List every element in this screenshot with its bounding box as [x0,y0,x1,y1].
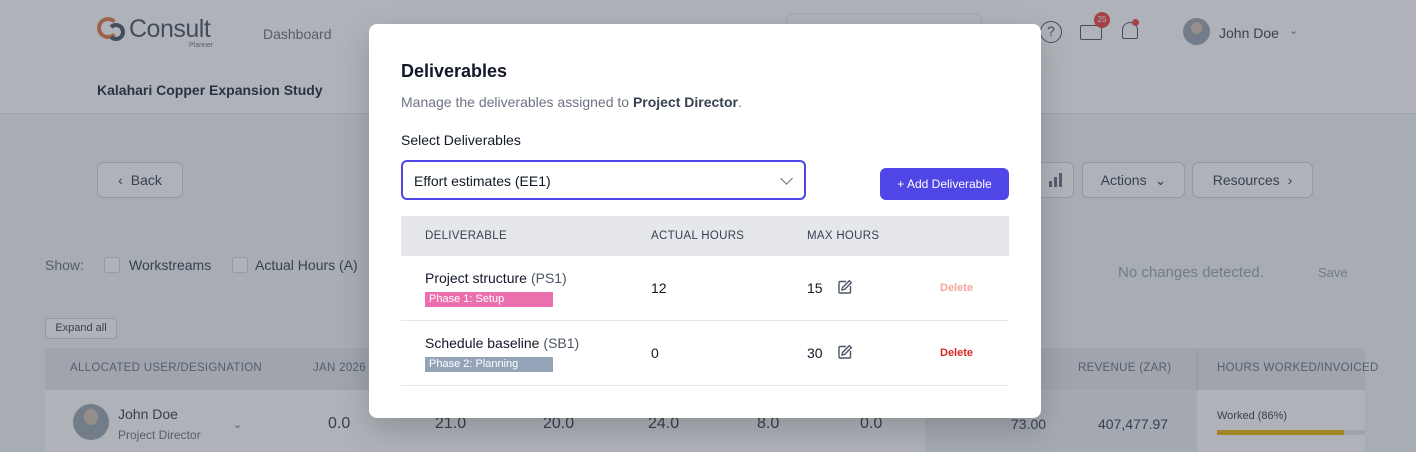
edit-icon[interactable] [837,344,853,360]
phase-badge: Phase 1: Setup [425,292,553,307]
deliverable-name: Schedule baseline (SB1) [425,335,579,351]
deliverable-name: Project structure (PS1) [425,270,567,286]
deliverable-code: (SB1) [543,335,580,351]
max-hours-value: 30 [807,345,823,361]
chevron-down-icon [780,172,793,185]
deliverables-table-header: DELIVERABLE ACTUAL HOURS MAX HOURS [401,216,1009,256]
table-row: Schedule baseline (SB1) Phase 2: Planning… [401,321,1009,386]
delete-button[interactable]: Delete [940,282,973,294]
add-deliverable-button[interactable]: + Add Deliverable [880,168,1009,200]
phase-badge: Phase 2: Planning [425,357,553,372]
actual-hours-value: 0 [651,345,659,361]
modal-description-suffix: . [737,94,742,110]
actual-hours-value: 12 [651,280,667,296]
deliverable-name-text: Schedule baseline [425,335,540,351]
select-deliverables-label: Select Deliverables [401,132,521,148]
deliverable-select[interactable]: Effort estimates (EE1) [401,160,806,200]
column-header-actual-hours: ACTUAL HOURS [651,230,745,242]
modal-description-role: Project Director [632,94,738,110]
deliverables-modal: Deliverables Manage the deliverables ass… [369,24,1041,418]
modal-title: Deliverables [401,61,508,81]
modal-description-prefix: Manage the deliverables assigned to [401,94,633,110]
table-row: Project structure (PS1) Phase 1: Setup 12… [401,256,1009,321]
modal-description: Manage the deliverables assigned to Proj… [401,94,742,110]
edit-icon[interactable] [837,279,853,295]
column-header-deliverable: DELIVERABLE [425,230,507,242]
deliverable-code: (PS1) [530,270,567,286]
max-hours-value: 15 [807,280,823,296]
column-header-max-hours: MAX HOURS [807,230,880,242]
deliverable-select-value: Effort estimates (EE1) [414,173,551,189]
deliverable-name-text: Project structure [425,270,527,286]
delete-button[interactable]: Delete [940,347,973,359]
